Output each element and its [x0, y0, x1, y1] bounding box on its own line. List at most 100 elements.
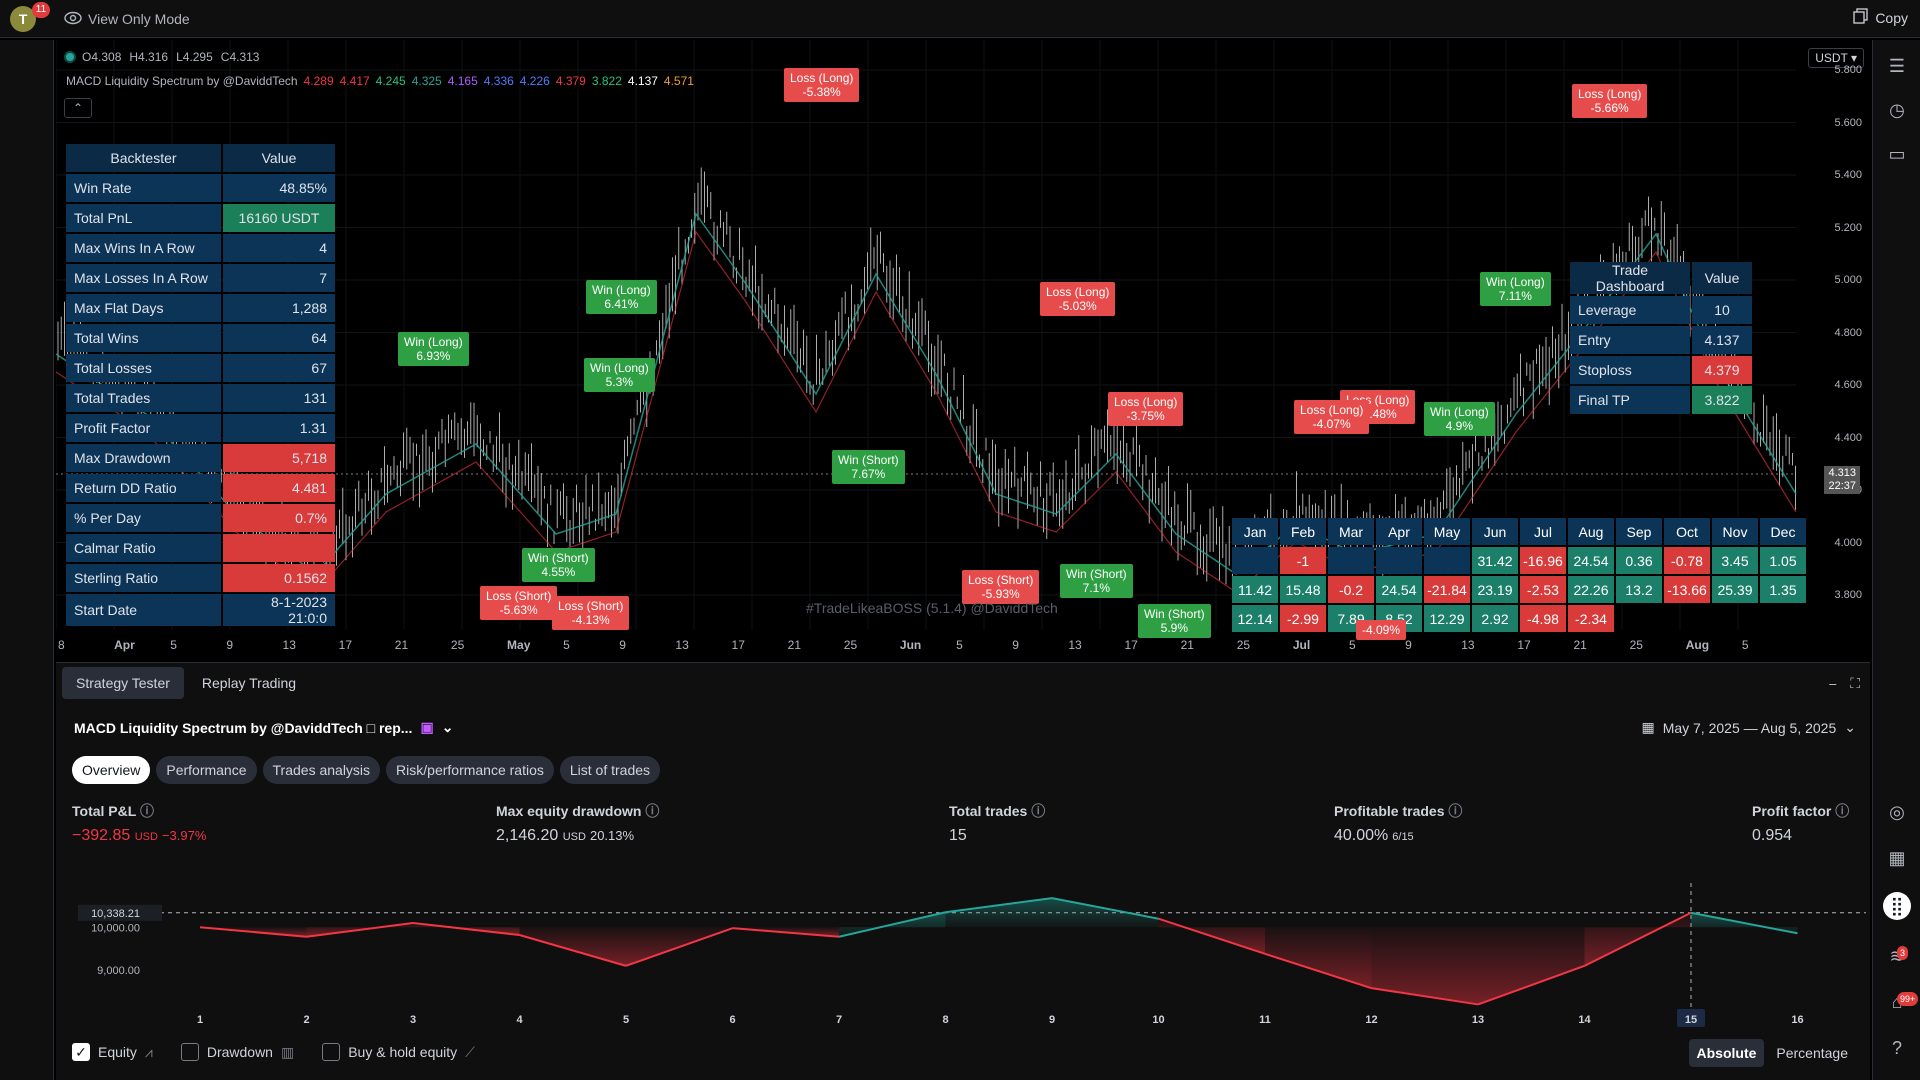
equity-area-segment: [1371, 927, 1478, 1005]
equity-y-tick: 10,000.00: [91, 922, 140, 934]
checkbox-icon[interactable]: [322, 1043, 341, 1061]
watchlist-icon[interactable]: ☰: [1885, 54, 1909, 78]
tab-list-of-trades[interactable]: List of trades: [559, 756, 661, 784]
ohlc-close: C4.313: [220, 50, 260, 64]
checkbox-checked-icon[interactable]: ✓: [72, 1043, 90, 1061]
equity-x-tick: 5: [623, 1014, 629, 1026]
backtester-label: Profit Factor: [66, 414, 221, 442]
trade-dashboard-row: Entry 4.137: [1570, 326, 1752, 354]
backtester-value: 4.481: [223, 474, 335, 502]
backtester-value: 16160 USDT: [223, 204, 335, 232]
time-tick: 9: [619, 638, 626, 652]
indicator-legend[interactable]: MACD Liquidity Spectrum by @DaviddTech 4…: [66, 74, 694, 88]
alerts-clock-icon[interactable]: ◷: [1885, 98, 1909, 122]
backtester-label: Total Wins: [66, 324, 221, 352]
legend-drawdown[interactable]: Drawdown ▥: [180, 1043, 295, 1061]
help-icon[interactable]: ?: [1885, 1036, 1909, 1060]
monthly-cell: [1424, 547, 1470, 574]
time-tick: 9: [226, 638, 234, 652]
tab-overview[interactable]: Overview: [72, 756, 151, 784]
copy-button[interactable]: Copy: [1853, 8, 1908, 27]
price-chart[interactable]: O4.308 H4.316 L4.295 C4.313 MACD Liquidi…: [56, 40, 1870, 660]
mode-absolute[interactable]: Absolute: [1688, 1039, 1765, 1067]
backtester-value: 0.1562: [223, 564, 335, 592]
monthly-cell: -13.66: [1664, 576, 1710, 603]
date-range-selector[interactable]: ▦ May 7, 2025 — Aug 5, 2025 ⌄: [1641, 719, 1856, 736]
indicator-value: 3.822: [591, 74, 622, 88]
time-tick: Jun: [899, 638, 922, 652]
legend-buy-hold-label: Buy & hold equity: [348, 1044, 458, 1060]
time-tick: 13: [282, 638, 296, 652]
backtester-label: Calmar Ratio: [66, 534, 221, 562]
monthly-header: Oct: [1664, 518, 1710, 545]
info-icon[interactable]: ⓘ: [140, 803, 154, 819]
backtester-value: 7: [223, 264, 335, 292]
legend-buy-hold[interactable]: Buy & hold equity ⟋: [322, 1043, 475, 1061]
equity-x-tick: 10: [1152, 1014, 1164, 1026]
chat-icon[interactable]: ▭: [1885, 142, 1909, 166]
price-tick: 4.800: [1834, 326, 1862, 339]
trade-win-tag: Win (Long) 4.9%: [1424, 402, 1495, 436]
backtester-label: Max Losses In A Row: [66, 264, 221, 292]
collapse-legend-button[interactable]: ⌃: [64, 98, 92, 118]
info-icon[interactable]: ⓘ: [1448, 803, 1462, 819]
backtester-label: % Per Day: [66, 504, 221, 532]
backtester-value: 48.85%: [223, 174, 335, 202]
maximize-icon[interactable]: ⛶: [1850, 675, 1860, 692]
info-icon[interactable]: ⓘ: [1835, 803, 1849, 819]
total-trades-label: Total trades: [949, 803, 1028, 819]
time-tick: 17: [1124, 638, 1138, 652]
notifications-badge: 99+: [1897, 992, 1919, 1006]
trade-win-tag: Win (Long) 6.93%: [398, 332, 469, 366]
backtester-row: Max Wins In A Row 4: [66, 234, 335, 262]
minimize-icon[interactable]: ⎯: [1829, 675, 1836, 692]
equity-marker-label: 10,338.21: [91, 908, 140, 920]
strategy-settings-icon[interactable]: ▣: [420, 719, 433, 736]
equity-x-tick: 4: [516, 1014, 523, 1026]
time-tick: Aug: [1685, 638, 1710, 652]
strategy-selector[interactable]: MACD Liquidity Spectrum by @DaviddTech □…: [74, 719, 453, 736]
time-tick: 25: [1629, 638, 1643, 652]
chevron-down-icon[interactable]: ⌄: [442, 719, 454, 736]
time-tick: 5: [1741, 638, 1749, 652]
equity-x-tick: 6: [729, 1014, 735, 1026]
checkbox-icon[interactable]: [180, 1043, 199, 1061]
monthly-cell: 23.19: [1472, 576, 1518, 603]
target-icon[interactable]: ◎: [1885, 800, 1909, 824]
tab-strategy-tester[interactable]: Strategy Tester: [62, 667, 184, 699]
time-tick: 25: [843, 638, 858, 652]
bars-icon: ▥: [280, 1043, 295, 1060]
total-pl-percent: −3.97%: [161, 828, 207, 843]
apps-grid-icon[interactable]: ⣿: [1883, 892, 1911, 920]
mode-percentage[interactable]: Percentage: [1768, 1039, 1856, 1067]
monthly-header: Dec: [1760, 518, 1806, 545]
monthly-cell: 24.54: [1376, 576, 1422, 603]
backtester-row: Total Trades 131: [66, 384, 335, 412]
equity-area-segment: [1478, 927, 1585, 1005]
tab-trades-analysis[interactable]: Trades analysis: [262, 756, 381, 784]
time-tick: May: [507, 638, 531, 652]
time-tick: 13: [1461, 638, 1475, 652]
time-tick: 13: [1068, 638, 1082, 652]
tab-replay-trading[interactable]: Replay Trading: [188, 667, 310, 699]
time-tick: 5: [956, 638, 963, 652]
equity-chart[interactable]: 10,338.2110,000.009,000.001 2 3 4 5 6 7 8 9 10 11 1…: [56, 883, 1870, 1033]
backtester-label: Start Date: [66, 594, 221, 626]
calendar-icon[interactable]: ▦: [1885, 846, 1909, 870]
trade-loss-tag: Loss (Short) -5.63%: [480, 586, 558, 620]
trade-dashboard-value: 4.137: [1692, 326, 1752, 354]
monthly-row: -1 31.42 -16.96 24.54 0.36 -0.78 3.45 1.05: [1232, 547, 1806, 574]
legend-equity[interactable]: ✓ Equity ⩘: [72, 1043, 153, 1061]
currency-label: USDT: [1815, 51, 1848, 65]
top-bar: T 11 View Only Mode Copy: [0, 0, 1920, 38]
monthly-cell: 3.45: [1712, 547, 1758, 574]
info-icon[interactable]: ⓘ: [1031, 803, 1045, 819]
trade-win-tag: Win (Short) 4.55%: [522, 548, 595, 582]
metric-max-drawdown: Max equity drawdown ⓘ 2,146.20 USD 20.13%: [496, 801, 659, 845]
tab-performance[interactable]: Performance: [156, 756, 257, 784]
info-icon[interactable]: ⓘ: [645, 803, 659, 819]
panel-tabs: Strategy Tester Replay Trading: [62, 667, 310, 699]
monthly-header: Aug: [1568, 518, 1614, 545]
max-dd-percent: 20.13%: [589, 828, 635, 843]
tab-risk-performance[interactable]: Risk/performance ratios: [386, 756, 554, 784]
